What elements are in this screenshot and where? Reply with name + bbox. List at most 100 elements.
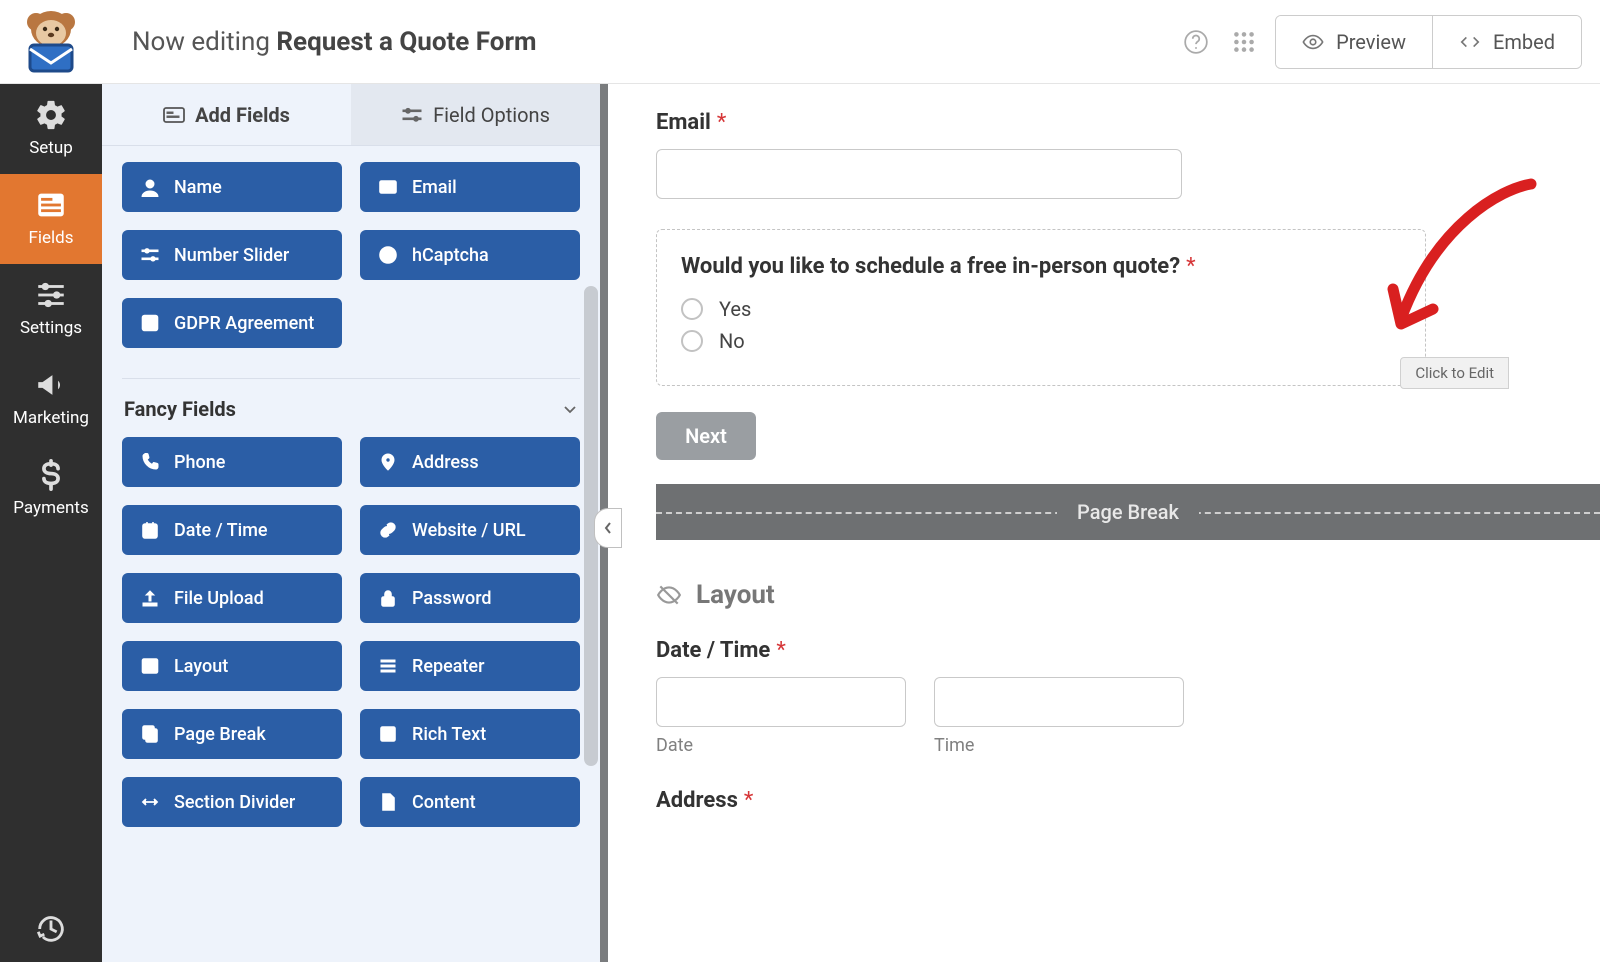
editing-prefix: Now editing <box>132 27 270 57</box>
radio-yes-label: Yes <box>719 297 751 321</box>
field-gdpr[interactable]: GDPR Agreement <box>122 298 342 348</box>
eye-slash-icon <box>656 582 682 608</box>
embed-label: Embed <box>1493 30 1555 54</box>
field-richtext-label: Rich Text <box>412 724 486 745</box>
tab-field-options[interactable]: Field Options <box>351 84 600 145</box>
fields-icon <box>34 188 68 222</box>
page-icon <box>378 792 398 812</box>
preview-datetime-label: Date / Time* <box>656 638 1600 663</box>
section-divider <box>122 378 580 379</box>
required-asterisk: * <box>776 638 785 663</box>
field-grid-group1: Name Email Number Slider hCaptcha GDPR A… <box>102 146 600 352</box>
field-email[interactable]: Email <box>360 162 580 212</box>
envelope-icon <box>378 177 398 197</box>
form-preview: Email* Would you like to schedule a free… <box>608 84 1600 962</box>
nav-settings[interactable]: Settings <box>0 264 102 354</box>
wpforms-logo-icon <box>16 11 86 73</box>
nav-fields[interactable]: Fields <box>0 174 102 264</box>
required-asterisk: * <box>717 110 726 135</box>
field-url-label: Website / URL <box>412 520 526 541</box>
sliders-icon <box>34 278 68 312</box>
radio-icon <box>681 330 703 352</box>
preview-question-block[interactable]: Would you like to schedule a free in-per… <box>656 229 1426 386</box>
required-asterisk: * <box>1186 254 1195 279</box>
field-repeater[interactable]: Repeater <box>360 641 580 691</box>
preview-label: Preview <box>1336 30 1406 54</box>
link-icon <box>378 520 398 540</box>
radio-no-label: No <box>719 329 745 353</box>
chevron-down-icon <box>562 401 578 417</box>
preview-question-label: Would you like to schedule a free in-per… <box>681 254 1401 279</box>
header-button-group: Preview Embed <box>1275 15 1582 69</box>
code-icon <box>1459 31 1481 53</box>
radio-yes[interactable]: Yes <box>681 297 1401 321</box>
field-url[interactable]: Website / URL <box>360 505 580 555</box>
field-datetime[interactable]: Date / Time <box>122 505 342 555</box>
field-grid-fancy: Phone Address Date / Time Website / URL … <box>102 421 600 831</box>
radio-no[interactable]: No <box>681 329 1401 353</box>
field-fileupload[interactable]: File Upload <box>122 573 342 623</box>
click-to-edit-hint[interactable]: Click to Edit <box>1400 357 1509 389</box>
field-phone[interactable]: Phone <box>122 437 342 487</box>
phone-icon <box>140 452 160 472</box>
field-name[interactable]: Name <box>122 162 342 212</box>
field-address-label: Address <box>412 452 479 473</box>
field-address[interactable]: Address <box>360 437 580 487</box>
next-button[interactable]: Next <box>656 412 756 460</box>
upload-icon <box>140 588 160 608</box>
field-name-label: Name <box>174 177 222 198</box>
pages-icon <box>140 724 160 744</box>
panel-divider[interactable] <box>600 84 608 962</box>
field-gdpr-label: GDPR Agreement <box>174 313 314 334</box>
gear-icon <box>34 98 68 132</box>
help-icon[interactable] <box>1179 25 1213 59</box>
history-icon <box>34 912 68 946</box>
question-circle-icon <box>378 245 398 265</box>
time-input[interactable] <box>934 677 1184 727</box>
embed-button[interactable]: Embed <box>1432 16 1581 68</box>
radio-icon <box>681 298 703 320</box>
nav-marketing-label: Marketing <box>4 408 98 428</box>
nav-setup[interactable]: Setup <box>0 84 102 174</box>
nav-payments-label: Payments <box>4 498 98 518</box>
form-name: Request a Quote Form <box>276 27 536 57</box>
brand-logo <box>0 11 102 73</box>
nav-settings-label: Settings <box>4 318 98 338</box>
eye-icon <box>1302 31 1324 53</box>
field-layout[interactable]: Layout <box>122 641 342 691</box>
time-sublabel: Time <box>934 735 1184 756</box>
fields-panel: Add Fields Field Options Name Email Numb… <box>102 84 600 962</box>
required-asterisk: * <box>744 788 753 813</box>
nav-marketing[interactable]: Marketing <box>0 354 102 444</box>
nav-payments[interactable]: Payments <box>0 444 102 534</box>
fields-scroll[interactable]: Name Email Number Slider hCaptcha GDPR A… <box>102 146 600 962</box>
layout-section-title: Layout <box>696 580 775 610</box>
dollar-icon <box>34 458 68 492</box>
field-sectiondivider[interactable]: Section Divider <box>122 777 342 827</box>
field-pagebreak[interactable]: Page Break <box>122 709 342 759</box>
page-break-label: Page Break <box>1057 500 1199 524</box>
field-hcaptcha[interactable]: hCaptcha <box>360 230 580 280</box>
fancy-fields-title: Fancy Fields <box>124 397 236 421</box>
sliders-small-icon <box>140 245 160 265</box>
layout-section-header: Layout <box>656 580 1600 610</box>
field-repeater-label: Repeater <box>412 656 484 677</box>
preview-button[interactable]: Preview <box>1276 16 1432 68</box>
nav-revisions[interactable] <box>0 898 102 962</box>
field-layout-label: Layout <box>174 656 228 677</box>
field-richtext[interactable]: Rich Text <box>360 709 580 759</box>
page-break-bar[interactable]: Page Break <box>656 484 1600 540</box>
date-input[interactable] <box>656 677 906 727</box>
tab-field-options-label: Field Options <box>433 103 550 127</box>
field-number-slider[interactable]: Number Slider <box>122 230 342 280</box>
fields-tabs: Add Fields Field Options <box>102 84 600 146</box>
field-fileupload-label: File Upload <box>174 588 264 609</box>
calendar-icon <box>140 520 160 540</box>
field-content[interactable]: Content <box>360 777 580 827</box>
field-password[interactable]: Password <box>360 573 580 623</box>
fancy-fields-header[interactable]: Fancy Fields <box>102 397 600 421</box>
field-pagebreak-label: Page Break <box>174 724 266 745</box>
tab-add-fields[interactable]: Add Fields <box>102 84 351 145</box>
apps-grid-icon[interactable] <box>1227 25 1261 59</box>
preview-email-input[interactable] <box>656 149 1182 199</box>
